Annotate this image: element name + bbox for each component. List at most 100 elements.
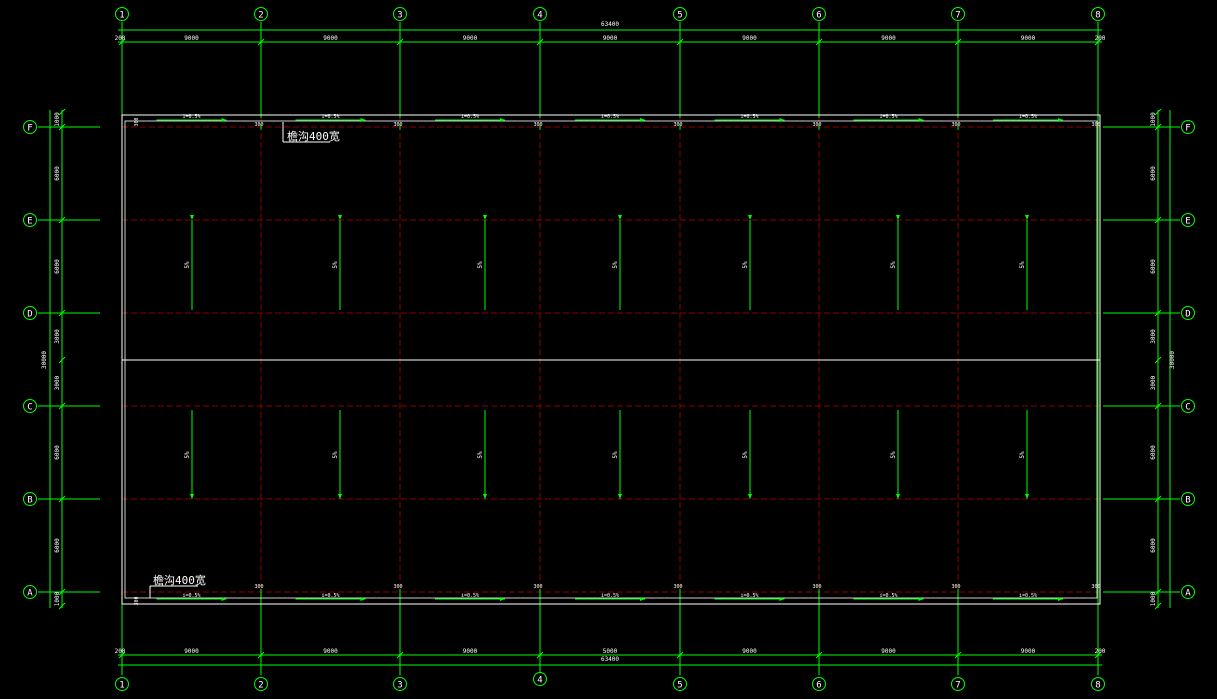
- downpipe-mark-bottom: 300: [393, 584, 402, 590]
- grid-bubble-bottom-label: 5: [677, 681, 682, 691]
- dimension-total-label: 30000: [41, 351, 48, 369]
- dimension-end-label: 200: [115, 35, 126, 42]
- slope-arrow-head: [338, 215, 342, 220]
- slope-label: 5%: [1019, 261, 1026, 269]
- grid-bubble-top-label: 7: [955, 11, 960, 21]
- dimension-total-label: 30000: [1169, 351, 1176, 369]
- slope-label: 5%: [477, 261, 484, 269]
- grid-bubble-left-label: D: [27, 310, 32, 320]
- dimension-span-label: 9000: [463, 35, 478, 42]
- gutter-slope-label-bottom: i=0.5%: [321, 593, 339, 599]
- grid-bubble-right-label: D: [1185, 310, 1190, 320]
- slope-label: 5%: [332, 261, 339, 269]
- dimension-span-label: 6000: [1150, 259, 1157, 274]
- slope-arrow-head: [483, 215, 487, 220]
- downpipe-mark-top: 300: [951, 122, 960, 128]
- dimension-span-label: 6000: [54, 166, 61, 181]
- grid-bubble-bottom-label: 7: [955, 681, 960, 691]
- grid-bubble-right-label: B: [1185, 496, 1190, 506]
- grid-bubble-bottom-label: 8: [1095, 681, 1100, 691]
- slope-label: 5%: [890, 261, 897, 269]
- dimension-span-label: 6000: [1150, 166, 1157, 181]
- grid-bubble-bottom-label: 2: [258, 681, 263, 691]
- grid-bubble-top-label: 8: [1095, 11, 1100, 21]
- slope-label: 5%: [332, 451, 339, 459]
- dimension-span-label: 9000: [323, 35, 338, 42]
- gutter-slope-label-bottom: i=0.5%: [601, 593, 619, 599]
- grid-bubbles: 1 1 2 2 3 3 4 4 5 5 6 6 7 7 8 8 F F E E D D C C B B A A: [23, 7, 1195, 691]
- downpipe-mark-top: 300: [533, 122, 542, 128]
- grid-bubble-left-label: F: [27, 124, 32, 134]
- downpipe-mark-top: 300: [254, 122, 263, 128]
- dimension-total-label: 63400: [601, 21, 619, 28]
- downpipe-mark-bottom: 300: [812, 584, 821, 590]
- roof-plan-drawing: 63400 9000 9000 9000 9000 9000 9000 9000 200 200 6…: [23, 7, 1195, 691]
- dimension-span-label: 9000: [323, 648, 338, 655]
- gutter-slope-label-top: i=0.5%: [321, 114, 339, 120]
- slope-label: 5%: [184, 261, 191, 269]
- gutter-callout-top: 檐沟400宽: [287, 129, 340, 143]
- grid-bubble-bottom-label: 1: [119, 681, 124, 691]
- dimension-span-label: 6000: [1150, 538, 1157, 553]
- dimension-total-label: 63400: [601, 656, 619, 663]
- grid-bubble-top-label: 1: [119, 11, 124, 21]
- edge-mark: 300: [134, 117, 140, 126]
- dimension-span-label: 9000: [1021, 35, 1036, 42]
- slope-label: 5%: [477, 451, 484, 459]
- slope-label: 5%: [612, 451, 619, 459]
- dimension-span-label: 9000: [463, 648, 478, 655]
- downpipe-mark-bottom: 300: [1091, 584, 1100, 590]
- downpipe-mark-top: 300: [812, 122, 821, 128]
- dimension-span-label: 6000: [54, 259, 61, 274]
- slope-arrow-head: [338, 494, 342, 499]
- dimension-span-label: 6000: [54, 538, 61, 553]
- slope-arrow-head: [896, 215, 900, 220]
- dimension-span-label: 9000: [881, 35, 896, 42]
- downpipe-mark-bottom: 300: [254, 584, 263, 590]
- gutter-arrow-head: [360, 597, 366, 601]
- grid-bubble-right-label: F: [1185, 124, 1190, 134]
- gutter-slope-label-bottom: i=0.5%: [740, 593, 758, 599]
- grid-bubble-bottom-label: 6: [816, 681, 821, 691]
- dimension-span-label: 3000: [1150, 375, 1157, 390]
- gutter-slope-label-top: i=0.5%: [1019, 114, 1037, 120]
- gutter-slope-label-bottom: i=0.5%: [461, 593, 479, 599]
- dimension-span-label: 9000: [184, 35, 199, 42]
- grid-bubble-left-label: B: [27, 496, 32, 506]
- slope-arrow-head: [618, 494, 622, 499]
- grid-bubble-left-label: E: [27, 217, 32, 227]
- grid-bubble-top-label: 4: [537, 11, 542, 21]
- grid-bubble-left-label: A: [27, 589, 33, 599]
- gutter-arrow-head: [221, 597, 227, 601]
- gutter-slope-label-top: i=0.5%: [461, 114, 479, 120]
- slope-arrow-head: [190, 215, 194, 220]
- grid-bubble-bottom-label: 4: [537, 676, 542, 686]
- gutter-slope-label-top: i=0.5%: [879, 114, 897, 120]
- downpipe-mark-bottom: 300: [951, 584, 960, 590]
- downpipe-mark-top: 300: [393, 122, 402, 128]
- dimension-end-label: 200: [1095, 35, 1106, 42]
- gutter-slope-label-bottom: i=0.5%: [879, 593, 897, 599]
- dimension-span-label: 9000: [1021, 648, 1036, 655]
- slope-arrow-head: [190, 494, 194, 499]
- gutter-slope-label-top: i=0.5%: [740, 114, 758, 120]
- dimension-span-label: 1000: [1150, 591, 1157, 606]
- grid-bubble-right-label: C: [1185, 403, 1190, 413]
- grid-bubble-left-label: C: [27, 403, 32, 413]
- slope-arrow-head: [1025, 494, 1029, 499]
- gutter-arrow-head: [918, 597, 924, 601]
- slope-label: 5%: [612, 261, 619, 269]
- gutter-slope-label-bottom: i=0.5%: [1019, 593, 1037, 599]
- dimension-span-label: 1000: [1150, 112, 1157, 127]
- gutter-arrow-head: [640, 597, 645, 601]
- grid-bubble-top-label: 3: [397, 11, 402, 21]
- downpipe-mark-bottom: 300: [673, 584, 682, 590]
- grid-bubble-right-label: E: [1185, 217, 1190, 227]
- dimension-span-label: 5000: [603, 648, 618, 655]
- slope-label: 5%: [890, 451, 897, 459]
- dimension-span-label: 6000: [1150, 445, 1157, 460]
- dimension-span-label: 1000: [54, 112, 61, 127]
- slope-label: 5%: [742, 261, 749, 269]
- grid-bubble-top-label: 2: [258, 11, 263, 21]
- slope-arrow-head: [748, 215, 752, 220]
